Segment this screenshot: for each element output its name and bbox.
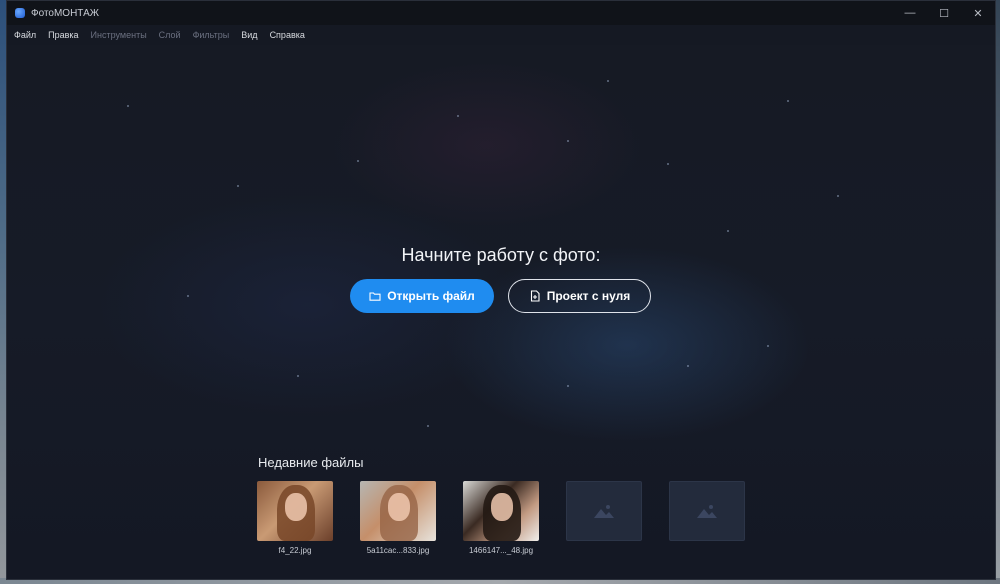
folder-icon xyxy=(369,292,381,301)
recent-file-item[interactable]: f4_22.jpg xyxy=(257,481,333,555)
app-logo-icon xyxy=(15,8,25,18)
menu-view[interactable]: Вид xyxy=(241,30,257,40)
menu-bar: Файл Правка Инструменты Слой Фильтры Вид… xyxy=(7,25,995,45)
thumbnail-face xyxy=(285,493,307,521)
menu-tools[interactable]: Инструменты xyxy=(91,30,147,40)
recent-file-placeholder xyxy=(566,481,642,555)
start-headline: Начните работу с фото: xyxy=(401,245,601,265)
recent-file-placeholder xyxy=(669,481,745,555)
empty-thumbnail xyxy=(669,481,745,541)
new-project-label: Проект с нуля xyxy=(546,289,631,303)
minimize-button[interactable]: — xyxy=(893,1,927,25)
recent-files-list: f4_22.jpg 5a11cac...833.jpg 1466147..._4… xyxy=(257,481,745,555)
thumbnail-face xyxy=(491,493,513,521)
title-bar: ФотоМОНТАЖ — ☐ ✕ xyxy=(7,1,995,25)
new-file-icon xyxy=(530,290,540,302)
image-placeholder-icon xyxy=(594,505,614,518)
thumbnail-face xyxy=(388,493,410,521)
recent-file-name: 1466147..._48.jpg xyxy=(468,546,534,555)
open-file-label: Открыть файл xyxy=(387,289,475,303)
recent-file-name: 5a11cac...833.jpg xyxy=(366,546,430,555)
new-project-button[interactable]: Проект с нуля xyxy=(508,279,651,313)
menu-edit[interactable]: Правка xyxy=(48,30,78,40)
recent-file-thumbnail[interactable] xyxy=(257,481,333,541)
recent-file-item[interactable]: 5a11cac...833.jpg xyxy=(360,481,436,555)
close-button[interactable]: ✕ xyxy=(961,1,995,25)
recent-file-thumbnail[interactable] xyxy=(360,481,436,541)
desktop-background-right xyxy=(996,0,1000,584)
recent-file-thumbnail[interactable] xyxy=(463,481,539,541)
app-window: ФотоМОНТАЖ — ☐ ✕ Файл Правка Инструменты… xyxy=(6,0,996,580)
start-screen: Начните работу с фото: Открыть файл Прое… xyxy=(7,45,995,579)
menu-filters[interactable]: Фильтры xyxy=(193,30,230,40)
menu-layer[interactable]: Слой xyxy=(159,30,181,40)
menu-help[interactable]: Справка xyxy=(270,30,305,40)
menu-file[interactable]: Файл xyxy=(14,30,36,40)
recent-file-item[interactable]: 1466147..._48.jpg xyxy=(463,481,539,555)
image-placeholder-icon xyxy=(697,505,717,518)
window-title: ФотоМОНТАЖ xyxy=(31,7,99,19)
window-controls: — ☐ ✕ xyxy=(893,1,995,25)
recent-file-name: f4_22.jpg xyxy=(278,546,312,555)
recent-files-title: Недавние файлы xyxy=(258,455,364,470)
empty-thumbnail xyxy=(566,481,642,541)
maximize-button[interactable]: ☐ xyxy=(927,1,961,25)
open-file-button[interactable]: Открыть файл xyxy=(350,279,494,313)
